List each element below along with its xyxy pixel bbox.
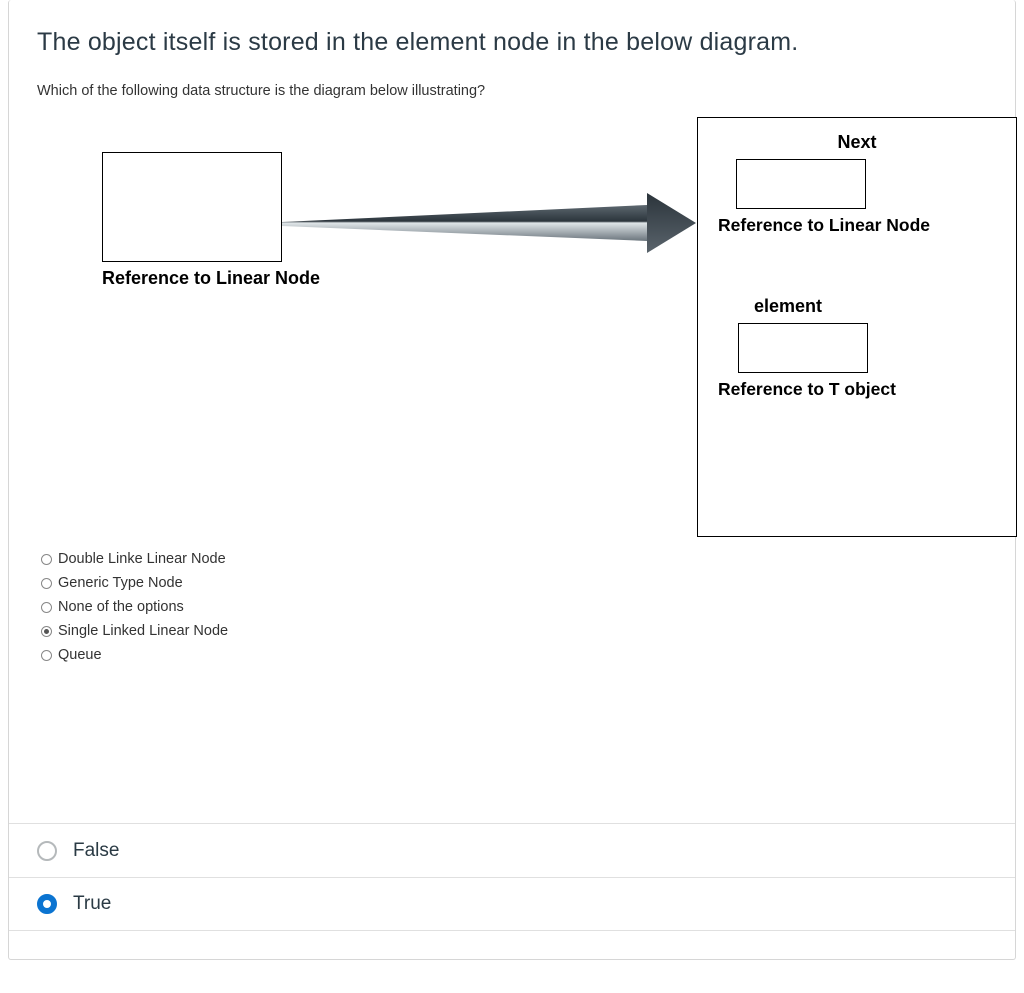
diagram-next-label: Next: [718, 132, 996, 153]
radio-icon: [41, 578, 52, 589]
tf-option-true[interactable]: True: [9, 877, 1015, 931]
tf-option-false[interactable]: False: [9, 823, 1015, 877]
tf-option-label: False: [73, 840, 119, 862]
mc-options: Double Linke Linear Node Generic Type No…: [41, 547, 991, 667]
mc-option[interactable]: Single Linked Linear Node: [41, 619, 991, 643]
mc-option-label: None of the options: [58, 599, 184, 615]
mc-option[interactable]: None of the options: [41, 595, 991, 619]
question-subprompt: Which of the following data structure is…: [37, 83, 991, 99]
diagram-region: Reference to Linear Node: [37, 117, 991, 537]
mc-option[interactable]: Queue: [41, 643, 991, 667]
diagram-left-node: Reference to Linear Node: [102, 152, 320, 289]
mc-option-label: Queue: [58, 647, 102, 663]
tf-options: False True: [9, 823, 1015, 931]
mc-option-label: Single Linked Linear Node: [58, 623, 228, 639]
tf-option-label: True: [73, 893, 111, 915]
radio-icon: [41, 626, 52, 637]
diagram-element-caption: Reference to T object: [718, 379, 996, 400]
diagram-left-caption: Reference to Linear Node: [102, 268, 320, 289]
diagram-next-box: [736, 159, 866, 209]
diagram-element-section: element Reference to T object: [718, 296, 996, 400]
mc-option[interactable]: Double Linke Linear Node: [41, 547, 991, 571]
arrow-icon: [282, 193, 697, 263]
diagram-element-box: [738, 323, 868, 373]
radio-icon: [37, 894, 57, 914]
mc-option[interactable]: Generic Type Node: [41, 571, 991, 595]
diagram-element-label: element: [754, 296, 996, 317]
radio-icon: [41, 650, 52, 661]
radio-icon: [41, 602, 52, 613]
radio-icon: [41, 554, 52, 565]
diagram-right-panel: Next Reference to Linear Node element Re…: [697, 117, 1017, 537]
diagram-next-caption: Reference to Linear Node: [718, 215, 996, 236]
mc-option-label: Generic Type Node: [58, 575, 183, 591]
question-card: The object itself is stored in the eleme…: [8, 0, 1016, 960]
question-title: The object itself is stored in the eleme…: [37, 28, 991, 57]
mc-option-label: Double Linke Linear Node: [58, 551, 226, 567]
diagram-left-box: [102, 152, 282, 262]
radio-icon: [37, 841, 57, 861]
diagram-next-section: Next Reference to Linear Node: [718, 132, 996, 236]
